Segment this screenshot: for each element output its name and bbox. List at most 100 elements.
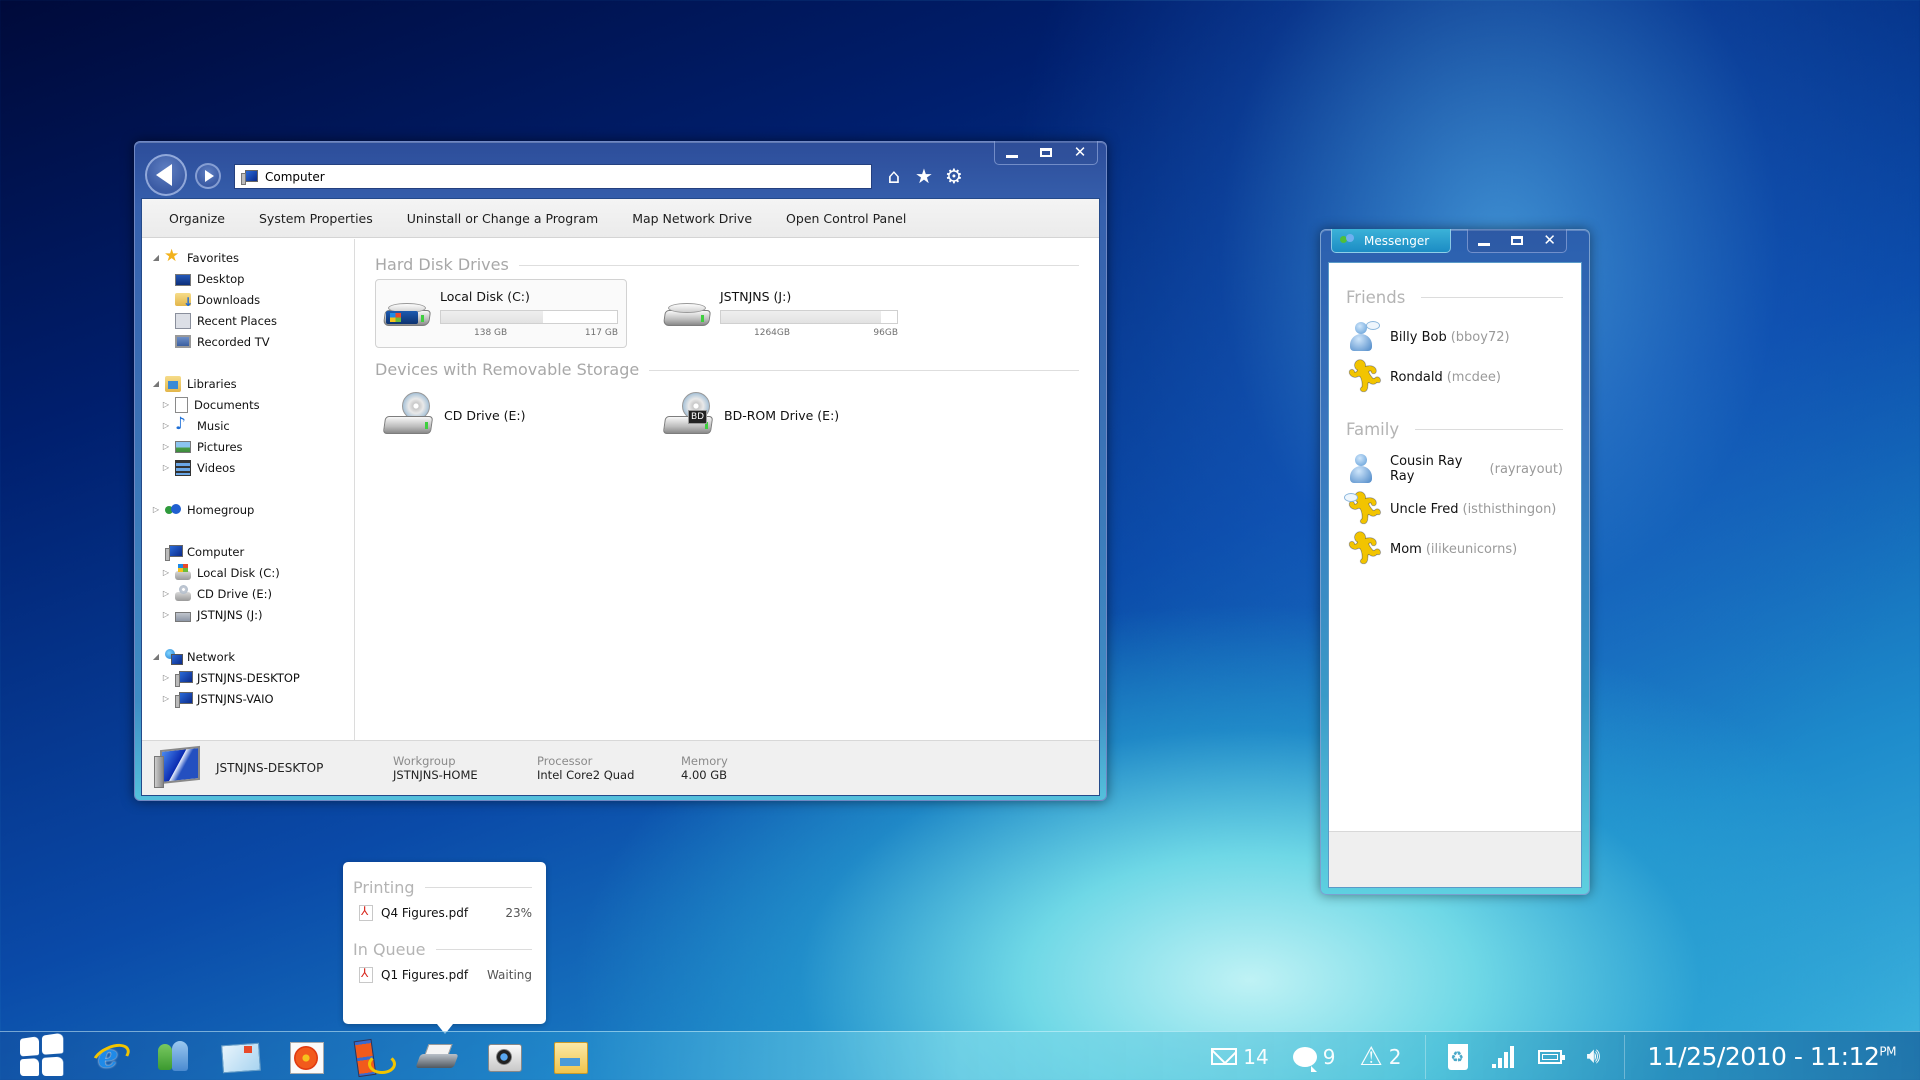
contact-item[interactable]: 🏃︎ Uncle Fred (isthisthingon) bbox=[1344, 489, 1563, 529]
collapse-arrow-icon[interactable]: ◢ bbox=[151, 652, 161, 661]
computer-icon bbox=[175, 670, 193, 687]
forward-button[interactable] bbox=[195, 163, 221, 189]
taskbar-printer[interactable] bbox=[416, 1036, 460, 1076]
expand-arrow-icon[interactable]: ▷ bbox=[161, 400, 171, 409]
organize-button[interactable]: Organize bbox=[152, 211, 242, 226]
nav-jstnjns-desktop[interactable]: ▷ JSTNJNS-DESKTOP bbox=[142, 667, 354, 688]
nav-documents[interactable]: ▷ Documents bbox=[142, 394, 354, 415]
mail-notification[interactable]: 14 bbox=[1211, 1045, 1269, 1069]
print-job[interactable]: Q4 Figures.pdf 23% bbox=[353, 898, 532, 928]
nav-homegroup[interactable]: ▷ Homegroup bbox=[142, 499, 354, 520]
message-notification[interactable]: 9 bbox=[1292, 1045, 1335, 1072]
print-progress: 23% bbox=[505, 906, 532, 920]
taskbar-file-explorer[interactable] bbox=[548, 1036, 592, 1076]
expand-arrow-icon[interactable]: ▷ bbox=[161, 442, 171, 451]
taskbar-photo-gallery[interactable] bbox=[284, 1036, 328, 1076]
expand-arrow-icon[interactable]: ▷ bbox=[161, 589, 171, 598]
battery-icon bbox=[1538, 1049, 1566, 1064]
expand-arrow-icon[interactable]: ▷ bbox=[161, 421, 171, 430]
contact-item[interactable]: Billy Bob (bboy72) bbox=[1346, 317, 1563, 357]
alert-notification[interactable]: ⚠ 2 bbox=[1359, 1044, 1401, 1070]
music-note-icon bbox=[175, 414, 191, 434]
recycle-bin-tray[interactable] bbox=[1448, 1043, 1469, 1070]
address-tools: ⌂ ★ ⚙ bbox=[883, 164, 965, 188]
clock-time: 11:12 bbox=[1809, 1042, 1880, 1071]
clock-ampm: PM bbox=[1879, 1044, 1896, 1059]
expand-arrow-icon[interactable]: ▷ bbox=[151, 505, 161, 514]
nav-favorites[interactable]: ◢ Favorites bbox=[142, 246, 354, 268]
taskbar-camera[interactable] bbox=[482, 1036, 526, 1076]
detail-workgroup: Workgroup JSTNJNS-HOME bbox=[393, 754, 537, 782]
group-title: Family bbox=[1346, 419, 1400, 439]
address-input[interactable] bbox=[265, 169, 845, 184]
collapse-arrow-icon[interactable]: ◢ bbox=[151, 379, 161, 388]
maximize-icon bbox=[1040, 148, 1052, 157]
window-title: Messenger bbox=[1364, 233, 1430, 248]
nav-libraries[interactable]: ◢ Libraries bbox=[142, 373, 354, 394]
minimize-button[interactable] bbox=[1471, 232, 1497, 250]
cd-drive-icon bbox=[382, 392, 434, 438]
battery-tray[interactable] bbox=[1538, 1049, 1566, 1064]
volume-tray[interactable]: 🔊︎ bbox=[1586, 1044, 1600, 1069]
print-job[interactable]: Q1 Figures.pdf Waiting bbox=[353, 960, 532, 990]
running-man-chat-avatar-icon: 🏃︎ bbox=[1344, 491, 1385, 526]
nav-pictures[interactable]: ▷ Pictures bbox=[142, 436, 354, 457]
map-network-drive-button[interactable]: Map Network Drive bbox=[615, 211, 769, 226]
nav-computer[interactable]: Computer bbox=[142, 541, 354, 562]
close-button[interactable]: ✕ bbox=[1537, 232, 1563, 250]
nav-label: Music bbox=[197, 418, 230, 433]
nav-recent-places[interactable]: Recent Places bbox=[142, 310, 354, 331]
expand-arrow-icon[interactable]: ▷ bbox=[161, 694, 171, 703]
computer-name: JSTNJNS-DESKTOP bbox=[216, 761, 324, 775]
minimize-icon bbox=[1006, 155, 1018, 158]
contact-item[interactable]: 🏃︎ Mom (ilikeunicorns) bbox=[1346, 529, 1563, 569]
taskbar-internet-explorer[interactable]: e bbox=[86, 1036, 130, 1076]
nav-desktop[interactable]: Desktop bbox=[142, 268, 354, 289]
taskbar-messenger[interactable] bbox=[152, 1036, 196, 1076]
collapse-arrow-icon[interactable]: ◢ bbox=[151, 253, 161, 262]
taskbar-mail[interactable] bbox=[218, 1036, 262, 1076]
maximize-button[interactable] bbox=[1033, 144, 1059, 162]
nav-cd-drive-e[interactable]: ▷ CD Drive (E:) bbox=[142, 583, 354, 604]
navigation-pane: ◢ Favorites Desktop Downloads Recent Pla… bbox=[142, 239, 355, 742]
close-button[interactable]: ✕ bbox=[1067, 144, 1093, 162]
uninstall-program-button[interactable]: Uninstall or Change a Program bbox=[390, 211, 615, 226]
nav-videos[interactable]: ▷ Videos bbox=[142, 457, 354, 478]
drive-tile-cd-drive-e[interactable]: CD Drive (E:) bbox=[375, 388, 627, 442]
contact-item[interactable]: 🏃︎ Rondald (mcdee) bbox=[1346, 357, 1563, 397]
messenger-title-tab[interactable]: Messenger bbox=[1331, 229, 1451, 253]
settings-gear-icon[interactable]: ⚙ bbox=[943, 164, 965, 188]
contact-item[interactable]: Cousin Ray Ray (rayrayout) bbox=[1346, 449, 1563, 489]
nav-downloads[interactable]: Downloads bbox=[142, 289, 354, 310]
detail-key: Workgroup bbox=[393, 754, 456, 768]
drive-tile-local-disk-c[interactable]: Local Disk (C:) 138 GB 117 GB bbox=[375, 279, 627, 348]
address-bar[interactable] bbox=[234, 164, 872, 189]
nav-jstnjns-j[interactable]: ▷ JSTNJNS (J:) bbox=[142, 604, 354, 625]
print-file-name: Q4 Figures.pdf bbox=[381, 906, 469, 920]
nav-recorded-tv[interactable]: Recorded TV bbox=[142, 331, 354, 352]
maximize-button[interactable] bbox=[1504, 232, 1530, 250]
nav-label: Libraries bbox=[187, 376, 237, 391]
nav-network[interactable]: ◢ Network bbox=[142, 646, 354, 667]
system-properties-button[interactable]: System Properties bbox=[242, 211, 390, 226]
minimize-button[interactable] bbox=[999, 144, 1025, 162]
drive-tile-jstnjns-j[interactable]: JSTNJNS (J:) 1264GB 96GB bbox=[655, 279, 907, 348]
taskbar-movie-maker[interactable] bbox=[350, 1036, 396, 1076]
bd-rom-drive-icon: BD bbox=[662, 392, 714, 438]
nav-local-disk-c[interactable]: ▷ Local Disk (C:) bbox=[142, 562, 354, 583]
expand-arrow-icon[interactable]: ▷ bbox=[161, 568, 171, 577]
favorites-star-icon[interactable]: ★ bbox=[913, 164, 935, 188]
start-button[interactable] bbox=[0, 1032, 80, 1080]
nav-jstnjns-vaio[interactable]: ▷ JSTNJNS-VAIO bbox=[142, 688, 354, 709]
nav-music[interactable]: ▷ Music bbox=[142, 414, 354, 436]
back-button[interactable] bbox=[145, 154, 187, 196]
detail-processor: Processor Intel Core2 Quad bbox=[537, 754, 681, 782]
open-control-panel-button[interactable]: Open Control Panel bbox=[769, 211, 923, 226]
home-icon[interactable]: ⌂ bbox=[883, 164, 905, 188]
drive-tile-bd-rom-e[interactable]: BD BD-ROM Drive (E:) bbox=[655, 388, 907, 442]
expand-arrow-icon[interactable]: ▷ bbox=[161, 463, 171, 472]
expand-arrow-icon[interactable]: ▷ bbox=[161, 673, 171, 682]
clock[interactable]: 11/25/2010 - 11:12PM bbox=[1647, 1042, 1920, 1071]
network-signal-tray[interactable] bbox=[1492, 1045, 1515, 1068]
expand-arrow-icon[interactable]: ▷ bbox=[161, 610, 171, 619]
